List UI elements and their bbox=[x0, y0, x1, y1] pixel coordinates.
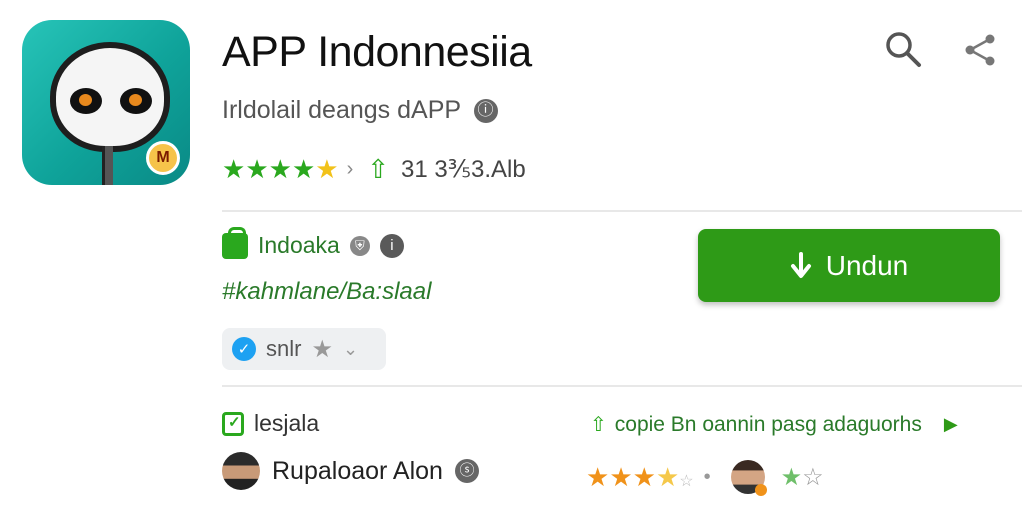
mini-stars: ★☆ bbox=[781, 463, 824, 492]
badge-icon bbox=[754, 484, 767, 496]
developer-name[interactable]: Indoaka bbox=[258, 232, 340, 259]
star-half-icon: ★ bbox=[315, 154, 339, 184]
star-outline-icon: ★ bbox=[311, 335, 333, 363]
rating-row: ★★★★★ › ⇧ 31 3⅗3.Alb bbox=[222, 154, 526, 185]
star-outline-icon: ☆ bbox=[802, 463, 824, 491]
star-outline-icon: ☆ bbox=[679, 472, 694, 490]
developer-hashtag[interactable]: #kahmlane/Ba:slaal bbox=[222, 278, 431, 306]
verified-check-icon: ✓ bbox=[232, 337, 256, 361]
star-icon: ★ bbox=[632, 461, 656, 492]
promo-link[interactable]: ⇧ copie Bn oannin pasg adaguorhs ▶ bbox=[590, 412, 958, 437]
play-arrow-icon: ▶ bbox=[943, 414, 958, 434]
download-icon bbox=[790, 251, 811, 278]
left-eye-graphic bbox=[70, 88, 102, 114]
shield-icon: ⛨ bbox=[349, 235, 370, 256]
app-icon-badge: M bbox=[146, 141, 180, 175]
app-subtitle-text: Irldolail deangs dAPP bbox=[222, 96, 461, 124]
review-stars: ★★★★☆ bbox=[586, 462, 694, 493]
star-half-icon: ★ bbox=[655, 461, 680, 492]
chevron-right-icon: › bbox=[346, 158, 354, 180]
thumbs-up-icon: ⇧ bbox=[590, 414, 607, 436]
avatar[interactable] bbox=[222, 452, 260, 490]
app-icon: M bbox=[22, 20, 190, 185]
info-icon[interactable]: i bbox=[379, 233, 404, 258]
review-rating-row: ★★★★☆ • ★☆ bbox=[586, 460, 824, 496]
star-icon: ★ bbox=[609, 461, 633, 492]
star-icon: ★ bbox=[222, 154, 246, 184]
shopping-bag-icon bbox=[222, 226, 248, 259]
divider bbox=[222, 210, 1022, 212]
search-icon[interactable] bbox=[884, 30, 922, 68]
avatar[interactable] bbox=[730, 460, 767, 496]
divider bbox=[222, 385, 1022, 387]
chip-label: snlr bbox=[266, 336, 302, 361]
star-icon: ★ bbox=[268, 154, 292, 184]
review-user-row[interactable]: Rupaloaor Alon ⓢ bbox=[222, 452, 479, 490]
alien-head-graphic bbox=[50, 42, 170, 152]
install-button-label: Undun bbox=[825, 249, 909, 281]
star-icon: ★ bbox=[245, 154, 269, 184]
chevron-down-icon: ⌄ bbox=[342, 338, 359, 359]
separator-dot: • bbox=[703, 465, 711, 488]
app-title: APP Indonnesiia bbox=[222, 28, 532, 76]
thumbs-up-icon: ⇧ bbox=[367, 154, 390, 184]
right-eye-graphic bbox=[120, 88, 152, 114]
rating-stars: ★★★★★ bbox=[222, 154, 339, 185]
section-header: lesjala bbox=[222, 410, 319, 437]
promo-text: copie Bn oannin pasg adaguorhs bbox=[614, 412, 922, 436]
verified-chip[interactable]: ✓ snlr ★ ⌄ bbox=[222, 328, 386, 370]
share-icon[interactable] bbox=[962, 32, 998, 68]
rating-count: 31 3⅗3.Alb bbox=[401, 156, 526, 183]
clipboard-check-icon bbox=[222, 411, 244, 436]
info-icon[interactable]: ⓘ bbox=[473, 99, 498, 124]
star-icon: ★ bbox=[586, 461, 610, 492]
star-icon: ★ bbox=[780, 463, 803, 491]
section-label: lesjala bbox=[254, 410, 320, 436]
developer-row[interactable]: Indoaka ⛨ i bbox=[222, 226, 404, 259]
stick-graphic bbox=[102, 146, 113, 185]
install-button[interactable]: Undun bbox=[698, 229, 1000, 302]
review-user-name[interactable]: Rupaloaor Alon bbox=[272, 457, 443, 486]
info-icon[interactable]: ⓢ bbox=[454, 459, 479, 483]
star-icon: ★ bbox=[291, 154, 316, 184]
app-subtitle: Irldolail deangs dAPP ⓘ bbox=[222, 96, 498, 125]
